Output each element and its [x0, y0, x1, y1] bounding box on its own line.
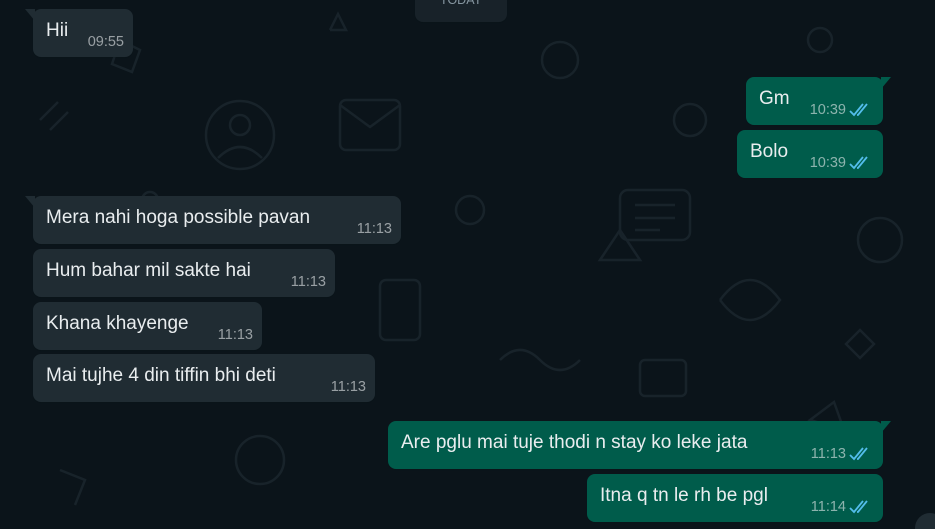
message-text: Hum bahar mil sakte hai [46, 260, 251, 281]
read-double-tick-icon [849, 447, 868, 461]
bubble-tail [25, 196, 35, 208]
message-text: Itna q tn le rh be pgl [600, 485, 768, 506]
message-text: Mera nahi hoga possible pavan [46, 207, 311, 228]
message-text: Are pglu mai tuje thodi n stay ko leke j… [401, 432, 748, 453]
bubble-tail [881, 421, 891, 433]
outgoing-message[interactable]: Itna q tn le rh be pgl 11:14 [587, 474, 883, 522]
message-time: 11:13 [217, 327, 253, 343]
message-time: 11:13 [330, 379, 366, 395]
message-text: Hii [46, 20, 69, 41]
read-double-tick-icon [849, 156, 868, 170]
outgoing-message[interactable]: Gm 10:39 [746, 77, 891, 125]
incoming-message[interactable]: Khana khayenge 11:13 [33, 302, 262, 350]
outgoing-message[interactable]: Bolo 10:39 [737, 130, 883, 178]
date-divider: TODAY [415, 0, 507, 22]
message-time: 11:14 [810, 499, 846, 515]
message-time: 10:39 [809, 155, 846, 171]
message-time: 09:55 [87, 34, 124, 50]
message-time: 10:39 [809, 102, 846, 118]
read-double-tick-icon [849, 500, 868, 514]
message-text: Bolo [750, 141, 789, 162]
message-time: 11:13 [810, 446, 846, 462]
message-text: Khana khayenge [46, 313, 189, 334]
outgoing-message[interactable]: Are pglu mai tuje thodi n stay ko leke j… [388, 421, 891, 469]
read-double-tick-icon [849, 103, 868, 117]
message-time: 11:13 [356, 221, 392, 237]
bubble-tail [25, 9, 35, 21]
message-text: Gm [759, 88, 790, 109]
bubble-tail [881, 77, 891, 89]
incoming-message[interactable]: Mai tujhe 4 din tiffin bhi deti 11:13 [33, 354, 375, 402]
incoming-message[interactable]: Mera nahi hoga possible pavan 11:13 [25, 196, 401, 244]
message-time: 11:13 [290, 274, 326, 290]
chat-panel[interactable]: TODAY Hii 09:55 Gm 10:39 Bolo 10:39 Mera… [0, 0, 935, 529]
incoming-message[interactable]: Hii 09:55 [25, 9, 133, 57]
incoming-message[interactable]: Hum bahar mil sakte hai 11:13 [33, 249, 335, 297]
message-text: Mai tujhe 4 din tiffin bhi deti [46, 365, 276, 386]
